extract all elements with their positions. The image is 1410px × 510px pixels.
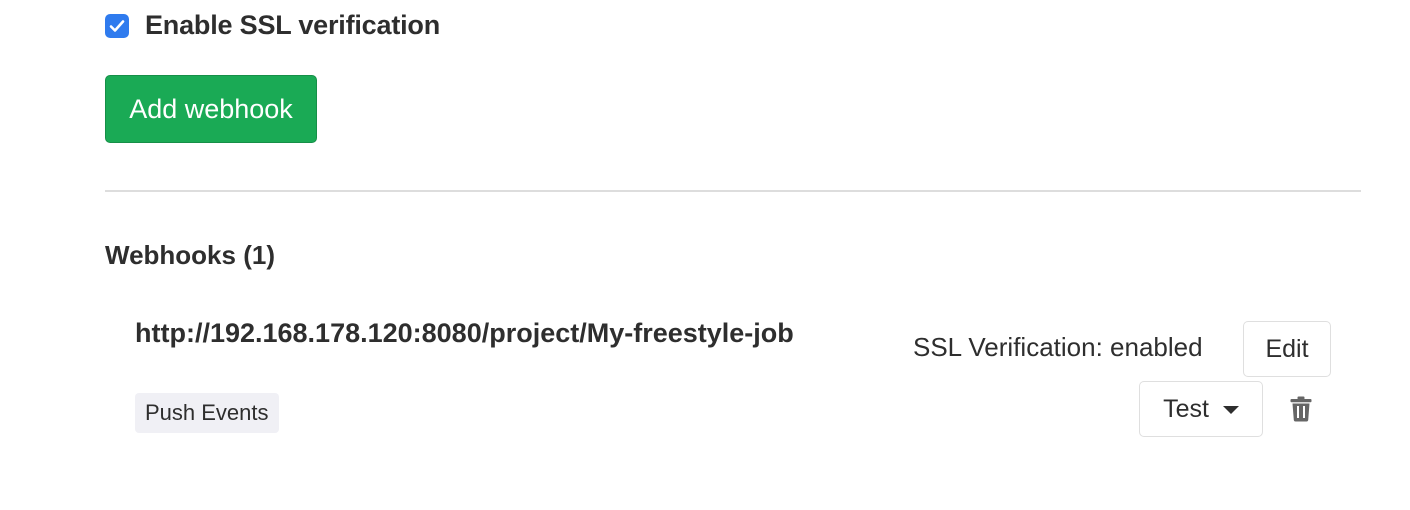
trash-icon[interactable] bbox=[1286, 394, 1316, 424]
ssl-verification-row: Enable SSL verification bbox=[105, 10, 440, 41]
add-webhook-button[interactable]: Add webhook bbox=[105, 75, 317, 143]
checkmark-icon bbox=[109, 19, 125, 32]
push-events-badge: Push Events bbox=[135, 393, 279, 433]
webhook-url: http://192.168.178.120:8080/project/My-f… bbox=[135, 318, 794, 348]
ssl-verification-status: SSL Verification: enabled bbox=[913, 332, 1203, 362]
section-divider bbox=[105, 190, 1361, 192]
ssl-verification-checkbox[interactable] bbox=[105, 13, 129, 38]
edit-webhook-button[interactable]: Edit bbox=[1243, 321, 1331, 377]
webhooks-settings-page: Enable SSL verification Add webhook Webh… bbox=[0, 0, 1410, 510]
trash-glyph bbox=[1290, 396, 1312, 422]
webhooks-section-title: Webhooks (1) bbox=[105, 240, 275, 270]
test-button-label: Test bbox=[1163, 394, 1209, 423]
test-webhook-dropdown[interactable]: Test bbox=[1139, 381, 1263, 437]
ssl-verification-label[interactable]: Enable SSL verification bbox=[145, 10, 440, 41]
caret-down-icon bbox=[1222, 406, 1239, 414]
